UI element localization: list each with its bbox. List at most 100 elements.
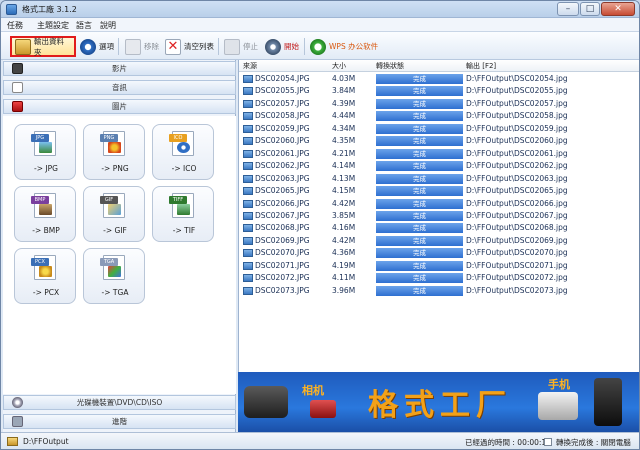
jpg-file-icon: JPG [31, 131, 56, 156]
table-row[interactable]: DSC02061.JPG 4.21M 完成 D:\FFOutput\DSC02061.… [239, 148, 639, 160]
table-row[interactable]: DSC02066.JPG 4.42M 完成 D:\FFOutput\DSC02066.… [239, 198, 639, 210]
format-label: -> TIF [172, 226, 196, 235]
output-path-cell: D:\FFOutput\DSC02070.jpg [466, 248, 568, 258]
remove-label: 移除 [144, 42, 159, 51]
status-bar-cell: 完成 [376, 111, 463, 122]
wps-label: WPS 办公软件 [329, 42, 379, 51]
window-title: 格式工廠 3.1.2 [22, 5, 77, 14]
wps-button[interactable]: WPS 办公软件 [310, 36, 378, 57]
header-output[interactable]: 輸出 [F2] [466, 61, 496, 71]
menu-task[interactable]: 任務 [7, 20, 23, 31]
table-row[interactable]: DSC02067.JPG 3.85M 完成 D:\FFOutput\DSC02067.… [239, 210, 639, 222]
category-picture[interactable]: 圖片 [3, 99, 236, 114]
options-button[interactable]: 選項 [80, 36, 114, 57]
image-thumb [108, 204, 121, 215]
format-tag: GIF [100, 196, 118, 204]
category-advanced[interactable]: 進階 [3, 414, 236, 429]
title-bar: 格式工廠 3.1.2 – □ ✕ [1, 1, 639, 18]
image-file-icon [243, 211, 253, 220]
image-thumb [108, 142, 121, 153]
format-jpg[interactable]: JPG -> JPG [14, 124, 76, 180]
table-row[interactable]: DSC02060.JPG 4.35M 完成 D:\FFOutput\DSC02060.… [239, 135, 639, 147]
pcx-file-icon: PCX [31, 255, 56, 280]
clear-list-label: 清空列表 [184, 42, 214, 51]
film-icon [12, 63, 23, 74]
output-folder-button[interactable]: 輸出資料夾 [10, 36, 76, 57]
status-bar-cell: 完成 [376, 173, 463, 184]
format-bmp[interactable]: BMP -> BMP [14, 186, 76, 242]
table-row[interactable]: DSC02062.JPG 4.14M 完成 D:\FFOutput\DSC02062.… [239, 160, 639, 172]
source-name: DSC02057.JPG [255, 98, 310, 108]
file-size: 3.96M [332, 285, 356, 295]
image-file-icon [243, 137, 253, 146]
menu-skin[interactable]: 主題設定 [37, 20, 69, 31]
start-icon [265, 38, 281, 55]
header-status[interactable]: 轉換狀態 [376, 61, 404, 71]
table-row[interactable]: DSC02071.JPG 4.19M 完成 D:\FFOutput\DSC02071.… [239, 260, 639, 272]
status-bar-cell: 完成 [376, 198, 463, 209]
output-path-cell: D:\FFOutput\DSC02055.jpg [466, 86, 568, 96]
image-file-icon [243, 75, 253, 83]
source-name: DSC02072.JPG [255, 273, 310, 283]
folder-icon[interactable] [7, 437, 18, 446]
start-button[interactable]: 開始 [265, 36, 299, 57]
table-row[interactable]: DSC02055.JPG 3.84M 完成 D:\FFOutput\DSC02055.… [239, 85, 639, 97]
table-row[interactable]: DSC02054.JPG 4.03M 完成 D:\FFOutput\DSC02054.… [239, 73, 639, 85]
remove-button[interactable]: 移除 [125, 36, 159, 57]
promo-banner[interactable]: 相机 格式工厂 手机 [238, 372, 639, 432]
output-path-cell: D:\FFOutput\DSC02057.jpg [466, 98, 568, 108]
table-row[interactable]: DSC02072.JPG 4.11M 完成 D:\FFOutput\DSC02072.… [239, 272, 639, 284]
category-rom-device[interactable]: 光碟機裝置\DVD\CD\ISO [3, 395, 236, 410]
table-row[interactable]: DSC02070.JPG 4.36M 完成 D:\FFOutput\DSC02070.… [239, 247, 639, 259]
category-video[interactable]: 影片 [3, 61, 236, 76]
after-done-action: 轉換完成後 : 關閉電腦 [556, 438, 631, 447]
stop-button[interactable]: 停止 [224, 36, 258, 57]
source-name: DSC02054.JPG [255, 74, 310, 83]
format-ico[interactable]: ICO -> ICO [152, 124, 214, 180]
toolbar: 輸出資料夾 選項 移除 ✕ 清空列表 停止 開始 WPS 办公软件 [1, 32, 639, 60]
after-done-checkbox[interactable] [544, 438, 552, 446]
format-pcx[interactable]: PCX -> PCX [14, 248, 76, 304]
format-tif[interactable]: TIFF -> TIF [152, 186, 214, 242]
format-png[interactable]: PNG -> PNG [83, 124, 145, 180]
table-row[interactable]: DSC02068.JPG 4.16M 完成 D:\FFOutput\DSC02068.… [239, 222, 639, 234]
category-audio[interactable]: 音訊 [3, 80, 236, 95]
elapsed-time: 已經過的時間 : 00:00:16 [465, 438, 551, 447]
format-gif[interactable]: GIF -> GIF [83, 186, 145, 242]
header-size[interactable]: 大小 [332, 61, 346, 71]
header-source[interactable]: 來源 [243, 61, 257, 71]
format-label: -> GIF [103, 226, 127, 235]
output-path-cell: D:\FFOutput\DSC02054.jpg [466, 74, 568, 83]
status-bar-cell: 完成 [376, 210, 463, 221]
table-row[interactable]: DSC02065.JPG 4.15M 完成 D:\FFOutput\DSC02065.… [239, 185, 639, 197]
ico-file-icon: ICO [169, 131, 194, 156]
source-name: DSC02061.JPG [255, 148, 310, 158]
image-thumb [108, 266, 121, 277]
image-file-icon [243, 286, 253, 295]
table-row[interactable]: DSC02059.JPG 4.34M 完成 D:\FFOutput\DSC02059.… [239, 123, 639, 135]
stop-label: 停止 [243, 42, 258, 51]
close-button[interactable]: ✕ [601, 2, 635, 16]
format-label: -> PNG [101, 164, 129, 173]
maximize-button[interactable]: □ [580, 2, 600, 16]
source-name: DSC02067.JPG [255, 210, 310, 220]
menu-language[interactable]: 語言 [76, 20, 92, 31]
table-row[interactable]: DSC02073.JPG 3.96M 完成 D:\FFOutput\DSC02073.… [239, 285, 639, 297]
minimize-button[interactable]: – [557, 2, 579, 16]
format-grid: JPG -> JPG PNG -> PNG ICO -> ICO BMP -> … [3, 116, 236, 394]
table-row[interactable]: DSC02069.JPG 4.42M 完成 D:\FFOutput\DSC02069.… [239, 235, 639, 247]
image-file-icon [243, 224, 253, 233]
format-tga[interactable]: TGA -> TGA [83, 248, 145, 304]
table-row[interactable]: DSC02063.JPG 4.13M 完成 D:\FFOutput\DSC02063.… [239, 173, 639, 185]
file-size: 4.42M [332, 235, 356, 245]
table-row[interactable]: DSC02058.JPG 4.44M 完成 D:\FFOutput\DSC02058.… [239, 110, 639, 122]
image-thumb [177, 142, 190, 153]
toolbar-separator [218, 38, 219, 55]
toolbar-separator [304, 38, 305, 55]
source-name: DSC02070.JPG [255, 248, 310, 258]
menu-help[interactable]: 說明 [100, 20, 116, 31]
file-size: 4.14M [332, 161, 356, 171]
table-row[interactable]: DSC02057.JPG 4.39M 完成 D:\FFOutput\DSC02057.… [239, 98, 639, 110]
source-name: DSC02066.JPG [255, 198, 310, 208]
clear-list-button[interactable]: ✕ 清空列表 [165, 36, 214, 57]
